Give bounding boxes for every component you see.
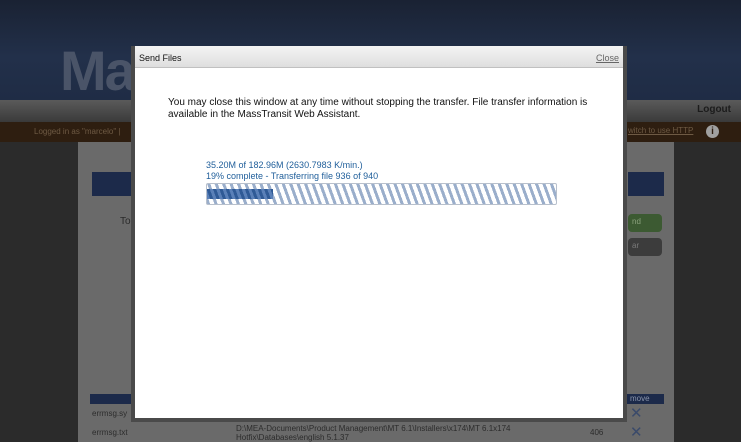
app-logo: Ma <box>60 39 136 102</box>
progress-bar <box>206 183 557 205</box>
close-link[interactable]: Close <box>596 53 619 63</box>
panel-header-right <box>628 172 664 196</box>
to-label: To <box>120 216 131 227</box>
send-files-dialog: Send Files Close You may close this wind… <box>131 46 627 422</box>
transfer-stats: 35.20M of 182.96M (2630.7983 K/min.) 19%… <box>206 160 378 182</box>
transfer-progress-text: 19% complete - Transferring file 936 of … <box>206 171 379 181</box>
switch-http-link[interactable]: witch to use HTTP <box>628 126 693 135</box>
remove-icon[interactable]: ✕ <box>630 405 643 423</box>
remove-icon[interactable]: ✕ <box>630 424 643 442</box>
file-path: D:\MEA-Documents\Product Management\MT 6… <box>236 424 511 442</box>
progress-bar-fill <box>207 189 273 199</box>
info-icon[interactable]: i <box>706 125 719 138</box>
transfer-size-rate: 35.20M of 182.96M (2630.7983 K/min.) <box>206 160 363 170</box>
dialog-title: Send Files <box>139 53 182 63</box>
send-button[interactable]: nd <box>628 214 662 232</box>
remove-column-header: move <box>630 394 650 403</box>
logged-in-text: Logged in as "marcelo" | <box>34 127 121 136</box>
dialog-titlebar: Send Files Close <box>135 46 623 68</box>
file-name: errmsg.txt <box>92 428 128 437</box>
logout-link[interactable]: Logout <box>697 104 731 115</box>
panel-header-left <box>92 172 136 196</box>
dialog-message: You may close this window at any time wi… <box>168 97 588 120</box>
file-size: 406 <box>590 428 604 437</box>
file-name: errmsg.sy <box>92 409 128 418</box>
table-row: errmsg.txt D:\MEA-Documents\Product Mana… <box>90 424 664 442</box>
clear-button[interactable]: ar <box>628 238 662 256</box>
